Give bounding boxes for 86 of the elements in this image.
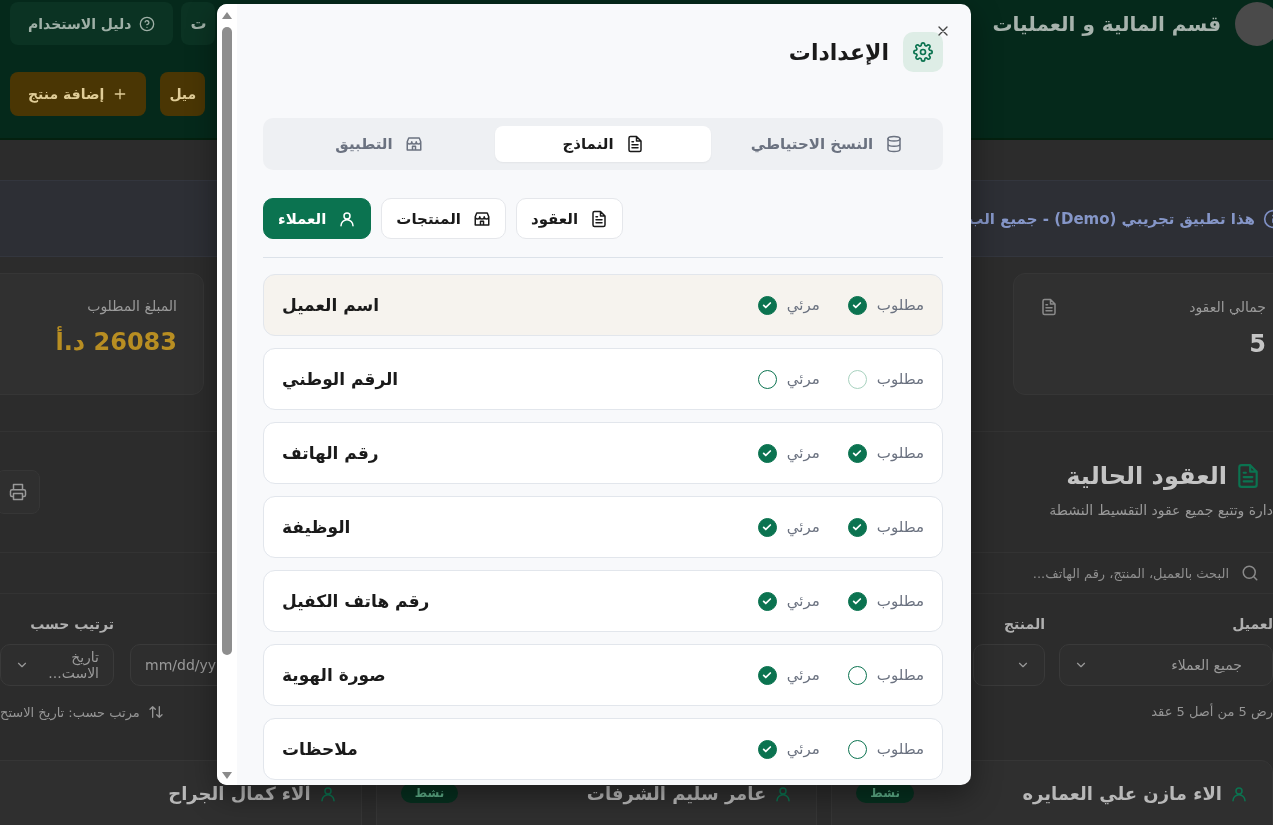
stat-label: جمالي العقود [1189, 299, 1266, 315]
document-icon [1235, 463, 1261, 489]
status-badge: نشط [400, 783, 459, 803]
user-guide-button[interactable]: دليل الاستخدام [10, 2, 174, 45]
field-name: ملاحظات [282, 739, 358, 759]
required-checkbox[interactable] [847, 443, 867, 463]
required-label: مطلوب [876, 370, 924, 388]
add-client-button[interactable]: ميل [160, 72, 206, 116]
stat-value: 5 [1248, 330, 1266, 358]
required-checkbox[interactable] [847, 517, 867, 537]
required-label: مطلوب [876, 666, 924, 684]
required-checkbox[interactable] [847, 665, 867, 685]
required-label: مطلوب [876, 592, 924, 610]
field-name: اسم العميل [282, 295, 380, 315]
visible-checkbox[interactable] [757, 665, 777, 685]
results-count: رض 5 من أصل 5 عقد [1151, 704, 1273, 720]
document-icon [1040, 298, 1058, 316]
document-icon [590, 209, 609, 228]
database-icon [885, 135, 904, 153]
filter-label: ترتيب حسب [29, 616, 114, 634]
filter-select[interactable]: جميع العملاء [1059, 644, 1273, 686]
visible-label: مرئي [786, 666, 820, 684]
visible-label: مرئي [786, 370, 820, 388]
store-icon [404, 135, 423, 153]
add-product-button[interactable]: إضافة منتج [10, 72, 147, 116]
required-checkbox[interactable] [847, 591, 867, 611]
field-name: رقم الهاتف [282, 443, 379, 463]
logo-icon [1235, 2, 1273, 46]
required-label: مطلوب [876, 518, 924, 536]
print-icon [9, 483, 27, 501]
section-title: العقود الحالية [1066, 462, 1227, 490]
required-checkbox[interactable] [847, 295, 867, 315]
subtab[interactable]: المنتجات [381, 198, 506, 239]
subtab[interactable]: العقود [515, 198, 624, 239]
required-checkbox[interactable] [847, 369, 867, 389]
visible-checkbox[interactable] [757, 295, 777, 315]
tab[interactable]: النماذج [495, 126, 711, 162]
visible-checkbox[interactable] [757, 369, 777, 389]
visible-checkbox[interactable] [757, 591, 777, 611]
field-name: صورة الهوية [282, 665, 386, 685]
required-label: مطلوب [876, 740, 924, 758]
user-icon [774, 784, 793, 803]
visible-label: مرئي [786, 296, 820, 314]
help-icon [139, 15, 156, 32]
field-name: رقم هاتف الكفيل [282, 591, 430, 611]
filter-label: لعميل [1231, 616, 1273, 634]
visible-label: مرئي [786, 518, 820, 536]
visible-label: مرئي [786, 592, 820, 610]
demo-notice: هذا تطبيق تجريبي (Demo) - جميع الب [968, 209, 1255, 228]
required-label: مطلوب [876, 444, 924, 462]
app-title: قسم المالية و العمليات [992, 12, 1221, 36]
stat-value: 26083 د.أ [54, 328, 177, 356]
client-name: الاء مازن علي العمايره [1022, 783, 1222, 804]
sort-icon [147, 704, 164, 720]
required-label: مطلوب [876, 296, 924, 314]
sort-info: مرتب حسب: تاريخ الاستح [0, 704, 140, 720]
visible-checkbox[interactable] [757, 739, 777, 759]
header-button[interactable]: ت [181, 2, 216, 45]
print-button[interactable] [0, 470, 40, 514]
visible-label: مرئي [786, 740, 820, 758]
subtab[interactable]: العملاء [263, 198, 372, 239]
dialog-title: الإعدادات [788, 39, 889, 65]
sort-select[interactable]: تاريخ الاست... [0, 644, 114, 686]
tab[interactable]: التطبيق [271, 126, 487, 162]
stat-label: المبلغ المطلوب [86, 298, 177, 314]
search-field[interactable]: البحث بالعميل، المنتج، رقم الهاتف... [977, 564, 1231, 582]
section-subtitle: دارة وتتبع جميع عقود التقسيط النشطة [1049, 502, 1273, 518]
visible-label: مرئي [786, 444, 820, 462]
field-name: الوظيفة [282, 517, 351, 537]
visible-checkbox[interactable] [757, 517, 777, 537]
field-name: الرقم الوطني [282, 369, 399, 389]
user-icon [318, 784, 337, 803]
visible-checkbox[interactable] [757, 443, 777, 463]
scrollbar[interactable] [217, 4, 237, 785]
tab[interactable]: النسخ الاحتياطي [719, 126, 935, 162]
search-icon [1241, 564, 1259, 582]
status-badge: نشط [856, 783, 914, 803]
user-icon [338, 209, 357, 228]
user-icon [1230, 784, 1248, 803]
store-icon [472, 209, 491, 228]
document-icon [625, 135, 644, 153]
client-name: عامر سليم الشرفات [586, 783, 767, 804]
required-checkbox[interactable] [847, 739, 867, 759]
settings-icon [913, 42, 933, 62]
filter-label: المنتج [1003, 616, 1045, 634]
client-name: آلاء كمال الجراح [168, 783, 311, 804]
